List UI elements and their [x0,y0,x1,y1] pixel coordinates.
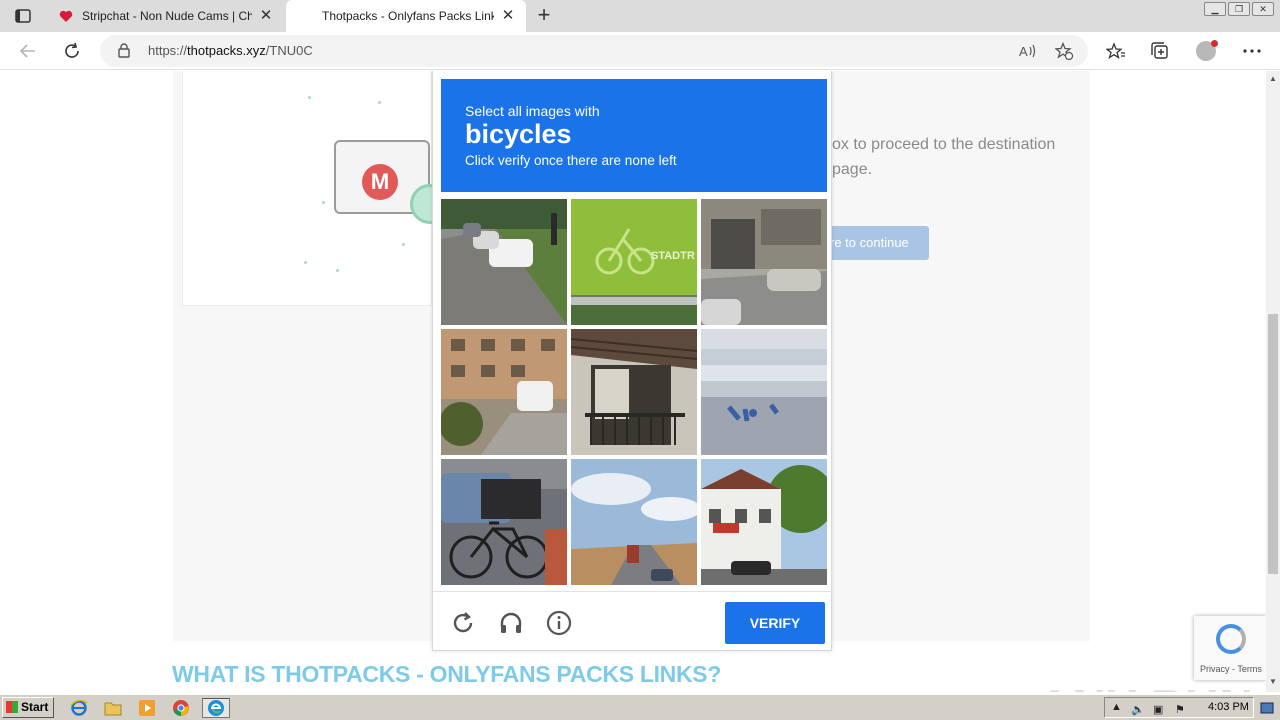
recaptcha-badge[interactable]: Privacy - Terms [1194,616,1266,680]
more-options-icon[interactable] [1241,40,1263,62]
start-button[interactable]: Start [2,697,54,718]
edge-icon[interactable] [202,698,230,718]
heart-icon [58,8,74,24]
minimize-button[interactable]: ▁ [1204,2,1226,16]
profile-avatar[interactable] [1196,40,1218,61]
chrome-icon[interactable] [170,698,192,718]
tab-title: Thotpacks - Onlyfans Packs Link [322,9,494,23]
window-controls: ▁ ❐ ✕ [1204,2,1274,16]
volume-icon[interactable]: 🔈 [1131,703,1145,716]
captcha-instruction: Select all images with [465,103,600,119]
info-icon[interactable] [546,610,572,636]
windows-logo-icon [6,701,18,713]
restore-button[interactable]: ❐ [1228,2,1250,16]
captcha-footer: VERIFY [433,591,833,651]
collections-icon[interactable] [1149,40,1171,62]
scroll-thumb[interactable] [1268,314,1278,574]
captcha-tile[interactable] [701,199,827,325]
captcha-target: bicycles [465,119,572,149]
flag-icon[interactable]: ⚑ [1175,703,1185,716]
close-window-button[interactable]: ✕ [1252,2,1274,16]
recaptcha-links[interactable]: Privacy - Terms [1200,664,1262,674]
new-tab-button[interactable]: + [532,4,556,28]
scroll-up-icon[interactable]: ▲ [1268,74,1278,84]
continue-button[interactable]: re to continue [826,226,929,260]
decor-dot [322,201,325,204]
section-heading: WHAT IS THOTPACKS - ONLYFANS PACKS LINKS… [172,661,722,687]
tab-strip: Stripchat - Non Nude Cams | Che ✕ Thotpa… [0,0,1280,32]
instruction-text: ox to proceed to the destination page. [832,136,1056,178]
captcha-header: Select all images with bicycles Click ve… [441,79,827,192]
back-button[interactable] [17,40,39,62]
captcha-tile[interactable] [571,329,697,455]
svg-text:STADTR: STADTR [651,250,695,262]
address-bar[interactable]: https://thotpacks.xyz/TNU0C A [100,35,1088,67]
headphones-icon[interactable] [498,610,524,636]
scroll-down-icon[interactable]: ▼ [1268,677,1278,687]
media-player-icon[interactable] [136,698,158,718]
tray-expand-icon[interactable]: ▲ [1111,701,1122,713]
captcha-tile[interactable] [441,199,567,325]
refresh-button[interactable] [61,40,83,62]
tab-stripchat[interactable]: Stripchat - Non Nude Cams | Che ✕ [48,0,284,32]
captcha-tile[interactable] [701,459,827,585]
ie-icon[interactable] [68,698,90,718]
favorites-icon[interactable] [1105,40,1127,62]
decor-dot [304,261,307,264]
lock-icon[interactable] [118,43,130,63]
tab-actions-icon[interactable] [12,6,34,26]
reload-icon[interactable] [450,610,476,636]
decor-dot [336,269,339,272]
page-content: M ox to proceed to the destination page.… [0,71,1266,692]
captcha-tile[interactable] [701,329,827,455]
close-tab-icon[interactable]: ✕ [500,8,516,24]
url-text[interactable]: https://thotpacks.xyz/TNU0C [148,43,313,58]
captcha-tile[interactable]: STADTR [571,199,697,325]
captcha-hint: Click verify once there are none left [465,153,677,168]
svg-text:A: A [1019,44,1028,58]
captcha-grid: STADTR [441,199,827,585]
mega-logo-icon: M [362,164,398,200]
tab-thotpacks[interactable]: Thotpacks - Onlyfans Packs Link ✕ [286,0,526,32]
captcha-challenge: Select all images with bicycles Click ve… [432,71,833,651]
captcha-tile[interactable] [441,329,567,455]
decor-dot [308,96,311,99]
network-icon[interactable]: ▣ [1153,703,1163,716]
captcha-tile[interactable] [571,459,697,585]
page-scrollbar[interactable]: ▲ ▼ [1266,71,1280,692]
close-tab-icon[interactable]: ✕ [258,8,274,24]
recaptcha-logo-icon [1216,624,1246,654]
decor-dot [402,243,405,246]
anyrun-watermark: ANY RUN [1038,679,1254,692]
verify-button[interactable]: VERIFY [725,602,825,644]
taskbar-clock[interactable]: 4:03 PM [1208,701,1249,713]
show-desktop-icon[interactable] [1256,698,1278,718]
browser-toolbar: https://thotpacks.xyz/TNU0C A [0,32,1280,70]
folder-icon[interactable] [102,698,124,718]
tab-title: Stripchat - Non Nude Cams | Che [82,9,252,23]
decor-dot [378,101,381,104]
read-aloud-icon[interactable]: A [1018,41,1038,61]
add-favorite-icon[interactable] [1054,41,1074,61]
captcha-tile[interactable] [441,459,567,585]
taskbar: Start ▲ 🔈 ▣ ⚑ 4:03 PM [0,694,1280,720]
